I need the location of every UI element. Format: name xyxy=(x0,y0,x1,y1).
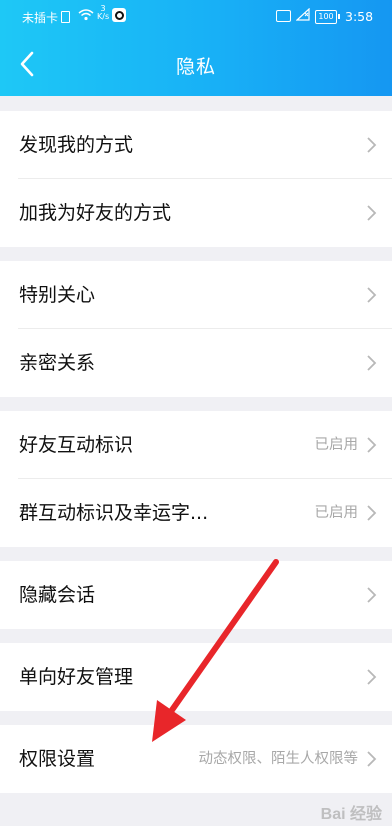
chevron-right-icon xyxy=(367,505,377,521)
partial-next-row xyxy=(0,826,392,832)
section-gap xyxy=(0,547,392,561)
row-special-care[interactable]: 特别关心 xyxy=(0,261,392,329)
chevron-right-icon xyxy=(367,587,377,603)
row-label: 特别关心 xyxy=(19,284,96,306)
row-label: 亲密关系 xyxy=(19,352,96,374)
row-label: 群互动标识及幸运字... xyxy=(19,502,209,524)
network-speed: 3 K/s xyxy=(97,4,110,21)
clock: 3:58 xyxy=(345,9,374,24)
row-label: 发现我的方式 xyxy=(19,134,134,156)
row-hidden-chats[interactable]: 隐藏会话 xyxy=(0,561,392,629)
watermark: Bai 经验 xyxy=(320,806,382,823)
row-add-me[interactable]: 加我为好友的方式 xyxy=(0,179,392,247)
section-gap xyxy=(0,247,392,261)
row-one-way-friends[interactable]: 单向好友管理 xyxy=(0,643,392,711)
carrier-label: 未插卡 xyxy=(22,9,71,26)
privacy-settings-list: 发现我的方式 加我为好友的方式 特别关心 亲密关系 好友互动标识 已启用 群互动标识及幸运字… xyxy=(0,96,392,793)
status-bar: 未插卡 3 K/s 100 3:58 xyxy=(0,0,392,34)
row-label: 好友互动标识 xyxy=(19,434,134,456)
wifi-icon xyxy=(78,9,94,24)
sim-card-icon xyxy=(61,11,71,23)
camera-app-icon xyxy=(112,8,126,22)
section-gap xyxy=(0,629,392,643)
row-intimate[interactable]: 亲密关系 xyxy=(0,329,392,397)
row-label: 单向好友管理 xyxy=(19,666,134,688)
page-title: 隐私 xyxy=(175,56,216,78)
chevron-left-icon xyxy=(20,51,34,77)
cast-icon xyxy=(276,10,291,22)
row-find-me[interactable]: 发现我的方式 xyxy=(0,111,392,179)
chevron-right-icon xyxy=(367,205,377,221)
row-label: 隐藏会话 xyxy=(19,584,96,606)
no-signal-icon xyxy=(295,7,310,24)
row-value: 动态权限、陌生人权限等 xyxy=(198,751,359,767)
row-group-interaction[interactable]: 群互动标识及幸运字... 已启用 xyxy=(0,479,392,547)
section-gap xyxy=(0,397,392,411)
row-label: 加我为好友的方式 xyxy=(19,202,172,224)
chevron-right-icon xyxy=(367,437,377,453)
row-permissions[interactable]: 权限设置 动态权限、陌生人权限等 xyxy=(0,725,392,793)
chevron-right-icon xyxy=(367,287,377,303)
chevron-right-icon xyxy=(367,669,377,685)
top-bar: 未插卡 3 K/s 100 3:58 隐私 xyxy=(0,0,392,96)
row-value: 已启用 xyxy=(314,505,359,521)
row-friend-interaction[interactable]: 好友互动标识 已启用 xyxy=(0,411,392,479)
row-value: 已启用 xyxy=(314,437,359,453)
back-button[interactable] xyxy=(16,50,40,78)
section-gap xyxy=(0,96,392,111)
battery-icon: 100 xyxy=(315,10,340,24)
chevron-right-icon xyxy=(367,355,377,371)
chevron-right-icon xyxy=(367,751,377,767)
chevron-right-icon xyxy=(367,137,377,153)
row-label: 权限设置 xyxy=(19,748,96,770)
section-gap xyxy=(0,711,392,725)
